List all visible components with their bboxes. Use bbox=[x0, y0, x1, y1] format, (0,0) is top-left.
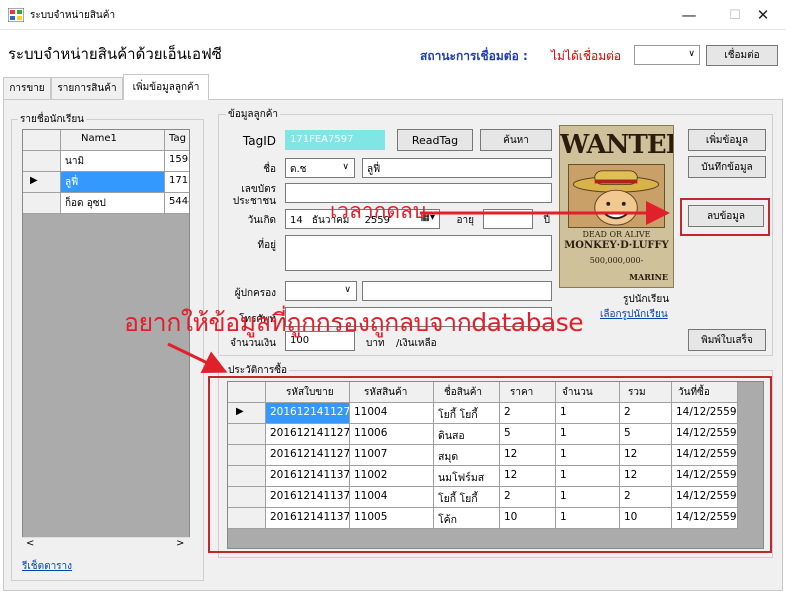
tab-add-customer[interactable]: เพิ่มข้อมูลลูกค้า bbox=[123, 74, 209, 100]
history-highlight-box bbox=[208, 376, 772, 553]
arrow-to-history-grid bbox=[167, 342, 228, 374]
